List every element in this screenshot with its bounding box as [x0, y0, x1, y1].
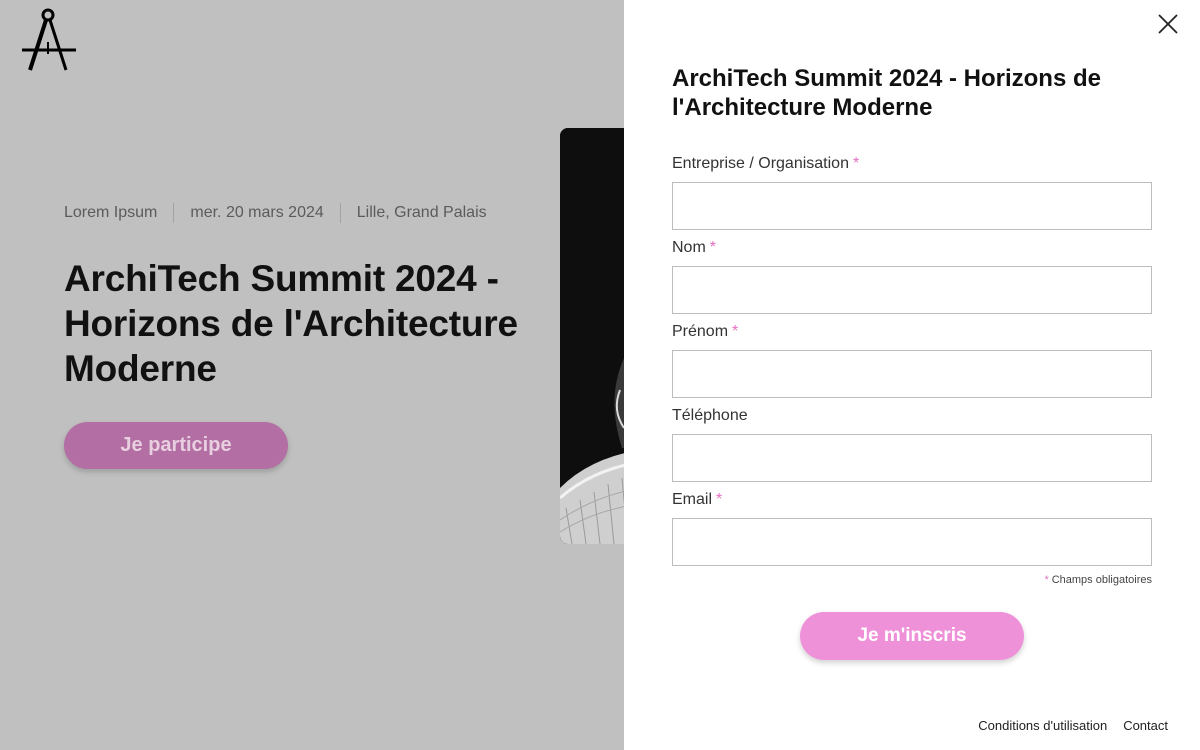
email-input[interactable] — [672, 518, 1152, 566]
compass-logo-icon[interactable] — [18, 6, 78, 72]
event-date: mer. 20 mars 2024 — [190, 204, 324, 221]
event-location: Lille, Grand Palais — [356, 204, 487, 221]
company-input[interactable] — [672, 182, 1152, 230]
last-name-input[interactable] — [672, 266, 1152, 314]
company-label: Entreprise / Organisation * — [672, 155, 859, 173]
event-meta: Lorem Ipsum mer. 20 mars 2024 Lille, Gra… — [64, 203, 487, 223]
terms-link[interactable]: Conditions d'utilisation — [978, 718, 1107, 733]
footer-links: Conditions d'utilisation Contact — [978, 718, 1168, 733]
required-asterisk: * — [852, 155, 860, 172]
required-asterisk: * — [1044, 574, 1049, 586]
email-label-text: Email — [672, 491, 713, 508]
email-label: Email * — [672, 491, 722, 509]
first-name-input[interactable] — [672, 350, 1152, 398]
required-asterisk: * — [709, 239, 717, 256]
required-note-text: Champs obligatoires — [1051, 574, 1152, 586]
last-name-label: Nom * — [672, 239, 716, 257]
required-fields-note: * Champs obligatoires — [672, 574, 1152, 586]
event-category: Lorem Ipsum — [64, 204, 158, 221]
form-title: ArchiTech Summit 2024 - Horizons de l'Ar… — [672, 65, 1101, 121]
phone-label: Téléphone — [672, 407, 748, 425]
meta-divider — [173, 203, 175, 223]
first-name-label: Prénom * — [672, 323, 738, 341]
registration-drawer: ArchiTech Summit 2024 - Horizons de l'Ar… — [624, 0, 1200, 750]
required-asterisk: * — [732, 323, 739, 340]
meta-divider — [339, 203, 341, 223]
hero-title: ArchiTech Summit 2024 - Horizons de l'Ar… — [64, 258, 518, 389]
participate-button[interactable]: Je participe — [64, 422, 288, 469]
company-label-text: Entreprise / Organisation — [672, 155, 849, 172]
contact-link[interactable]: Contact — [1123, 718, 1168, 733]
required-asterisk: * — [716, 491, 723, 508]
first-name-label-text: Prénom — [672, 323, 729, 340]
phone-input[interactable] — [672, 434, 1152, 482]
register-submit-button[interactable]: Je m'inscris — [800, 612, 1024, 660]
phone-label-text: Téléphone — [672, 407, 748, 424]
close-icon[interactable] — [1156, 12, 1180, 36]
last-name-label-text: Nom — [672, 239, 706, 256]
